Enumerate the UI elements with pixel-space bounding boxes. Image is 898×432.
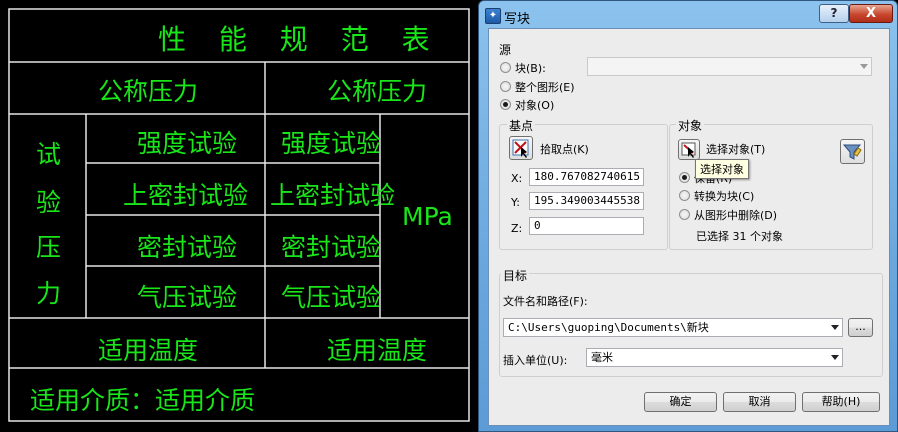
nominal-pressure-label: 公称压力 [98,77,199,106]
temperature-label: 适用温度 [98,336,199,365]
select-objects-button[interactable] [678,139,700,160]
source-block-label: 块(B): [515,62,546,75]
nominal-pressure-value: 公称压力 [327,77,428,106]
chevron-down-icon [831,355,839,360]
ok-button[interactable]: 确定 [644,392,717,412]
test-pressure-char-2: 验 [36,188,62,217]
chevron-down-icon [860,64,868,69]
seal-test-value: 密封试验 [281,233,382,262]
y-coordinate-input[interactable]: 195.349003445538 [529,192,644,210]
select-objects-label: 选择对象(T) [706,143,766,156]
upper-seal-test-value: 上密封试验 [270,181,396,210]
base-point-label: 基点 [507,117,536,134]
strength-test-label: 强度试验 [137,129,238,158]
cad-drawing-area[interactable]: 性 能 规 范 表 公称压力 公称压力 试 验 压 力 强度试验 上密封试验 密… [0,0,478,432]
help-button[interactable]: 帮助(H) [802,392,880,412]
test-pressure-char-4: 力 [36,279,62,308]
z-coordinate-input[interactable]: 0 [529,217,644,235]
pick-point-button[interactable] [509,136,533,160]
delete-from-drawing-radio[interactable] [679,209,690,220]
convert-to-block-radio[interactable] [679,190,690,201]
source-entire-drawing-label: 整个图形(E) [515,81,575,94]
test-pressure-char-1: 试 [36,140,62,169]
air-test-label: 气压试验 [137,283,238,312]
retain-radio[interactable] [679,172,690,183]
unit-mpa: MPa [402,202,453,231]
dialog-titlebar[interactable]: ✦ 写块 ? X [479,1,897,29]
table-title: 性 能 规 范 表 [158,23,442,56]
target-label: 目标 [501,267,530,284]
strength-test-value: 强度试验 [281,129,382,158]
help-title-button[interactable]: ? [819,4,849,23]
app-icon: ✦ [485,8,501,24]
objects-label: 对象 [676,117,705,134]
test-pressure-char-3: 压 [36,233,62,262]
pick-point-icon [512,139,529,158]
x-label: X: [511,172,523,185]
seal-test-label: 密封试验 [137,233,238,262]
quick-select-filter-icon [842,144,862,160]
select-objects-tooltip: 选择对象 [695,159,749,179]
y-label: Y: [511,196,520,209]
selected-count-text: 已选择 31 个对象 [696,230,783,243]
dialog-body: 源 块(B): 整个图形(E) 对象(O) 基点 拾取点(K) X: 180.7… [488,28,890,426]
path-label: 文件名和路径(F): [503,295,588,308]
dialog-title: 写块 [504,12,531,27]
convert-to-block-label: 转换为块(C) [694,190,755,203]
upper-seal-test-label: 上密封试验 [123,181,249,210]
source-block-radio[interactable] [500,62,511,73]
close-button[interactable]: X [849,4,893,23]
medium-text: 适用介质：适用介质 [30,386,256,415]
source-objects-radio[interactable] [500,99,511,110]
pick-point-label: 拾取点(K) [540,143,589,156]
x-coordinate-input[interactable]: 180.767082740615 [529,168,644,186]
z-label: Z: [511,222,523,235]
quick-select-button[interactable] [840,139,865,164]
write-block-dialog: ✦ 写块 ? X 源 块(B): 整个图形(E) 对象(O) 基点 拾取点(K) [478,0,898,432]
source-objects-label: 对象(O) [515,99,555,112]
file-path-combo[interactable]: C:\Users\guoping\Documents\新块 [503,318,843,337]
air-test-value: 气压试验 [281,283,382,312]
cancel-button[interactable]: 取消 [723,392,796,412]
source-section-label: 源 [499,43,512,57]
insert-units-label: 插入单位(U): [503,354,568,367]
chevron-down-icon [831,325,839,330]
browse-button[interactable]: ... [848,318,873,337]
insert-units-combo[interactable]: 毫米 [586,348,843,367]
temperature-value: 适用温度 [327,336,428,365]
select-objects-icon [681,142,696,158]
file-path-value: C:\Users\guoping\Documents\新块 [508,321,709,334]
block-name-combo[interactable] [587,57,872,76]
delete-from-drawing-label: 从图形中删除(D) [694,209,778,222]
source-entire-drawing-radio[interactable] [500,81,511,92]
insert-units-value: 毫米 [591,351,613,364]
